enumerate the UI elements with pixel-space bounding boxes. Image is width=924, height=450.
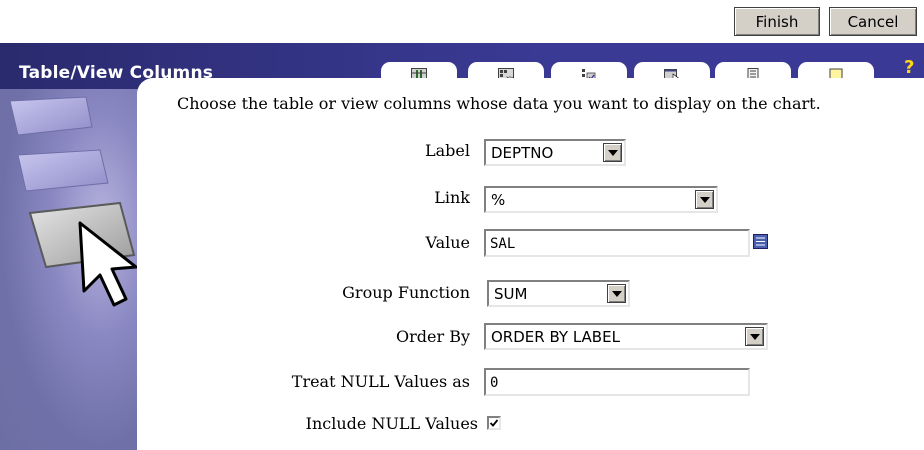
order-by-select[interactable]: ORDER BY LABEL bbox=[484, 323, 768, 350]
list-values-icon[interactable] bbox=[753, 234, 768, 249]
value-input[interactable]: SAL bbox=[484, 229, 750, 257]
instruction-text: Choose the table or view columns whose d… bbox=[177, 94, 821, 113]
chevron-down-icon[interactable] bbox=[603, 143, 622, 162]
label-field-label: Label bbox=[425, 141, 470, 160]
value-input-text: SAL bbox=[490, 236, 516, 252]
cancel-button[interactable]: Cancel bbox=[829, 7, 917, 36]
chevron-down-icon[interactable] bbox=[607, 284, 626, 303]
treat-null-input-text: 0 bbox=[490, 375, 499, 391]
treat-null-input[interactable]: 0 bbox=[484, 368, 750, 396]
finish-button[interactable]: Finish bbox=[734, 7, 820, 36]
link-select[interactable]: % bbox=[484, 186, 718, 213]
include-null-label: Include NULL Values bbox=[305, 414, 478, 433]
label-select[interactable]: DEPTNO bbox=[484, 139, 626, 166]
order-by-label: Order By bbox=[395, 327, 470, 346]
value-field-label: Value bbox=[425, 233, 470, 252]
checkmark-icon bbox=[489, 419, 499, 427]
group-function-label: Group Function bbox=[342, 283, 470, 302]
link-field-label: Link bbox=[434, 188, 470, 207]
include-null-checkbox[interactable] bbox=[487, 416, 501, 430]
chevron-down-icon[interactable] bbox=[695, 190, 714, 209]
chevron-down-icon[interactable] bbox=[745, 327, 764, 346]
treat-null-label: Treat NULL Values as bbox=[291, 372, 470, 391]
group-function-select[interactable]: SUM bbox=[487, 280, 630, 307]
order-by-value: ORDER BY LABEL bbox=[491, 328, 620, 346]
wizard-illustration bbox=[9, 96, 138, 307]
label-select-value: DEPTNO bbox=[491, 144, 554, 162]
link-select-value: % bbox=[491, 191, 506, 209]
group-function-value: SUM bbox=[494, 285, 528, 303]
help-icon[interactable]: ? bbox=[904, 57, 914, 78]
